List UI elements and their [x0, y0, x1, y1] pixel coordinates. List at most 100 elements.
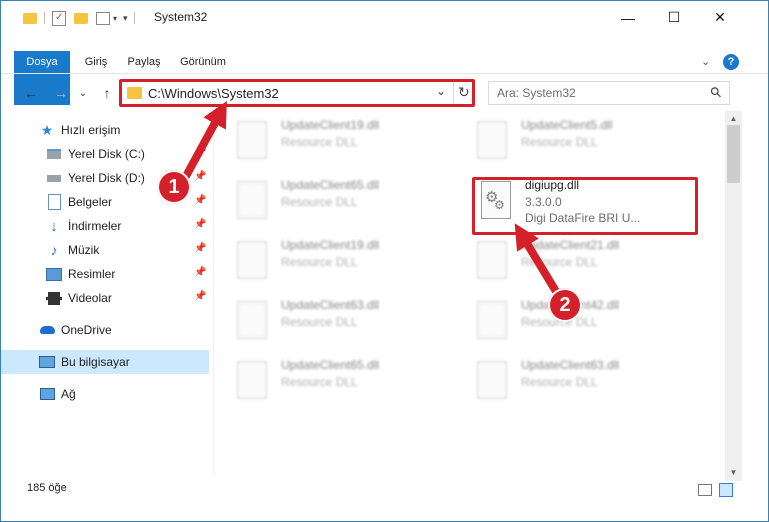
pane-divider[interactable] [213, 113, 214, 475]
ribbon-tabs: Dosya Giriş Paylaş Görünüm ⌄ ? [1, 51, 768, 105]
sidebar-item-pictures[interactable]: Resimler 📌 [1, 262, 209, 286]
sidebar-item-label: OneDrive [61, 323, 112, 337]
drive-icon [46, 170, 62, 186]
help-button[interactable]: ? [723, 54, 739, 70]
step-1-badge: 1 [157, 170, 191, 204]
step-2-badge: 2 [548, 288, 582, 322]
minimize-button[interactable]: — [605, 1, 651, 34]
computer-icon [39, 354, 55, 370]
tab-view[interactable]: Görünüm [173, 51, 233, 73]
file-name: UpdateClient19.dll [281, 238, 380, 252]
star-icon: ★ [40, 121, 54, 138]
file-name: UpdateClient5.dll [521, 118, 613, 132]
search-input[interactable]: Ara: System32 [497, 86, 576, 100]
forward-button[interactable]: → [51, 83, 71, 103]
sidebar-item-label: Müzik [68, 243, 100, 257]
address-path[interactable]: C:\Windows\System32 [148, 86, 279, 101]
customize-toolbar-icon[interactable]: ▾ [123, 13, 128, 24]
recent-locations-button[interactable]: ⌄ [73, 83, 93, 103]
large-icons-view-icon[interactable] [719, 483, 733, 497]
up-button[interactable]: ↑ [97, 83, 117, 103]
file-item[interactable]: UpdateClient5.dll Resource DLL [467, 115, 697, 169]
scroll-up-icon[interactable]: ▲ [725, 111, 742, 125]
search-icon[interactable]: ⚲ [706, 83, 725, 102]
scroll-down-icon[interactable]: ▼ [725, 465, 742, 479]
pin-icon[interactable]: 📌 [194, 243, 206, 254]
file-item[interactable]: UpdateClient42.dll Resource DLL [467, 295, 697, 349]
file-list: UpdateClient19.dll Resource DLL UpdateCl… [215, 111, 725, 481]
ribbon-separator [1, 73, 768, 74]
new-folder-icon[interactable] [74, 12, 88, 24]
dll-file-icon [237, 361, 271, 401]
address-dropdown-button[interactable]: ⌄ [436, 84, 446, 98]
folder-icon[interactable] [23, 12, 37, 24]
file-type: Resource DLL [281, 135, 358, 149]
sidebar-item-label: Videolar [68, 291, 112, 305]
sidebar-item-quick-access[interactable]: ★ Hızlı erişim [1, 118, 209, 142]
file-type: Resource DLL [281, 255, 358, 269]
properties-icon[interactable]: ✓ [52, 10, 66, 26]
vertical-scrollbar[interactable]: ▲ ▼ [725, 111, 742, 481]
status-bar: 185 öğe [1, 479, 768, 501]
pin-icon[interactable]: 📌 [194, 147, 206, 158]
file-item[interactable]: UpdateClient65.dll Resource DLL [227, 175, 457, 229]
network-icon [39, 386, 55, 402]
address-bar[interactable]: C:\Windows\System32 ⌄ ↻ [119, 81, 475, 105]
pin-icon[interactable]: 📌 [194, 195, 206, 206]
file-item[interactable]: UpdateClient65.dll Resource DLL [227, 355, 457, 409]
tab-home[interactable]: Giriş [75, 51, 117, 73]
explorer-window: ✓ ▾ ▾ System32 — ☐ ✕ Dosya Giriş Paylaş … [0, 0, 769, 522]
view-options-icon[interactable] [96, 11, 110, 25]
file-item[interactable]: UpdateClient19.dll Resource DLL [227, 235, 457, 289]
details-view-icon[interactable] [698, 484, 712, 496]
dll-file-icon [237, 181, 271, 221]
sidebar-item-local-disk-c[interactable]: Yerel Disk (C:) 📌 [1, 142, 209, 166]
chevron-down-icon[interactable]: ▾ [113, 14, 117, 23]
sidebar-item-label: Bu bilgisayar [61, 355, 130, 369]
file-type: Resource DLL [281, 315, 358, 329]
search-box[interactable]: Ara: System32 ⚲ [488, 81, 730, 105]
tab-share[interactable]: Paylaş [119, 51, 169, 73]
scrollbar-thumb[interactable] [727, 125, 740, 183]
documents-icon [46, 194, 62, 210]
file-item[interactable]: UpdateClient63.dll Resource DLL [467, 355, 697, 409]
file-type: Resource DLL [281, 375, 358, 389]
file-item[interactable]: UpdateClient63.dll Resource DLL [227, 295, 457, 349]
sidebar-item-network[interactable]: Ağ [1, 382, 209, 406]
sidebar-item-videos[interactable]: Videolar 📌 [1, 286, 209, 310]
file-item[interactable]: UpdateClient21.dll Resource DLL [467, 235, 697, 289]
pin-icon[interactable]: 📌 [194, 267, 206, 278]
file-type: Resource DLL [281, 195, 358, 209]
pin-icon[interactable]: 📌 [194, 291, 206, 302]
sidebar-item-onedrive[interactable]: OneDrive [1, 318, 209, 342]
pictures-icon [46, 266, 62, 282]
navigation-bar: ← → ⌄ ↑ C:\Windows\System32 ⌄ ↻ Ara: Sys… [1, 79, 768, 107]
file-name: UpdateClient63.dll [521, 358, 620, 372]
separator [44, 12, 45, 24]
file-item[interactable]: UpdateClient19.dll Resource DLL [227, 115, 457, 169]
drive-icon [46, 146, 62, 162]
maximize-button[interactable]: ☐ [651, 1, 697, 34]
file-highlight-box [472, 177, 698, 235]
navigation-pane: ★ Hızlı erişim Yerel Disk (C:) 📌 Yerel D… [1, 113, 209, 473]
file-name: UpdateClient21.dll [521, 238, 620, 252]
sidebar-item-label: Resimler [68, 267, 116, 281]
file-name: UpdateClient65.dll [281, 178, 380, 192]
dll-file-icon [477, 241, 511, 281]
back-button[interactable]: ← [21, 83, 41, 103]
pin-icon[interactable]: 📌 [194, 219, 206, 230]
sidebar-item-label: Yerel Disk (D:) [68, 171, 145, 185]
sidebar-item-label: İndirmeler [68, 219, 122, 233]
close-button[interactable]: ✕ [697, 1, 743, 34]
download-icon: ↓ [50, 217, 58, 235]
refresh-button[interactable]: ↻ [458, 84, 470, 101]
sidebar-item-downloads[interactable]: ↓ İndirmeler 📌 [1, 214, 209, 238]
sidebar-item-label: Ağ [61, 387, 76, 401]
sidebar-item-this-pc[interactable]: Bu bilgisayar [1, 350, 209, 374]
quick-access-toolbar: ✓ ▾ ▾ [23, 9, 141, 27]
ribbon-collapse-button[interactable]: ⌄ [701, 51, 715, 73]
dll-file-icon [477, 121, 511, 161]
pin-icon[interactable]: 📌 [194, 171, 206, 182]
sidebar-item-music[interactable]: ♪ Müzik 📌 [1, 238, 209, 262]
dll-file-icon [237, 301, 271, 341]
